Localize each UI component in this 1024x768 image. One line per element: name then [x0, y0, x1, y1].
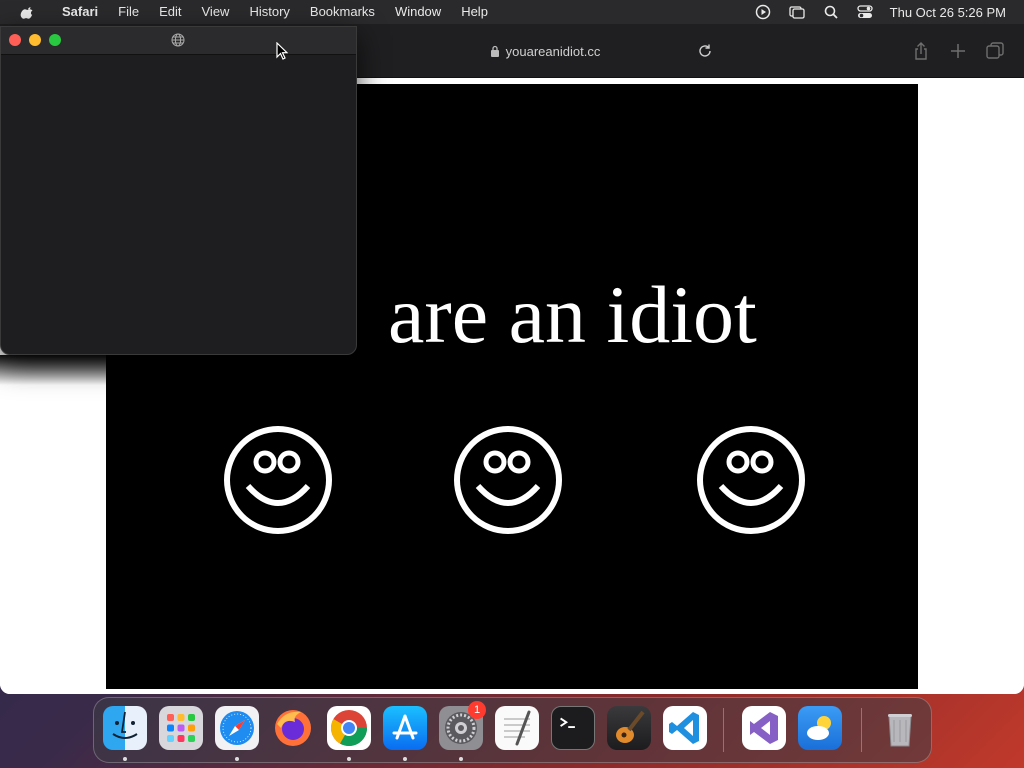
search-icon[interactable]	[822, 4, 840, 20]
url-text: youareanidiot.cc	[505, 43, 601, 59]
popup-shadow	[0, 355, 106, 385]
globe-icon	[171, 33, 185, 47]
running-indicator	[347, 757, 351, 761]
reload-icon[interactable]	[697, 43, 713, 59]
popup-window[interactable]	[0, 26, 357, 355]
page-headline: are an idiot	[388, 274, 757, 356]
menu-clock[interactable]: Thu Oct 26 5:26 PM	[890, 5, 1006, 20]
launchpad-icon[interactable]	[159, 706, 203, 750]
dock-separator	[861, 708, 862, 752]
menu-file[interactable]: File	[108, 0, 149, 24]
running-indicator	[459, 757, 463, 761]
menu-window[interactable]: Window	[385, 0, 451, 24]
maximize-button[interactable]	[49, 34, 61, 46]
app-store-icon[interactable]	[383, 706, 427, 750]
menu-view[interactable]: View	[192, 0, 240, 24]
tab-overview-icon[interactable]	[985, 41, 1005, 61]
safari-icon[interactable]	[215, 706, 259, 750]
control-center-icon[interactable]	[856, 4, 874, 20]
trash-icon[interactable]	[878, 706, 922, 750]
menu-app-name[interactable]: Safari	[52, 0, 108, 24]
popup-titlebar[interactable]	[1, 27, 356, 55]
smiley-icon	[224, 426, 332, 534]
visual-studio-icon[interactable]	[742, 706, 786, 750]
running-indicator	[403, 757, 407, 761]
running-indicator	[235, 757, 239, 761]
menu-edit[interactable]: Edit	[149, 0, 191, 24]
apple-icon[interactable]	[18, 5, 38, 19]
vscode-icon[interactable]	[663, 706, 707, 750]
mouse-cursor-icon	[276, 42, 288, 60]
terminal-icon[interactable]	[551, 706, 595, 750]
address-bar[interactable]: youareanidiot.cc	[370, 37, 720, 65]
dock-separator	[723, 708, 724, 752]
chrome-icon[interactable]	[327, 706, 371, 750]
close-button[interactable]	[9, 34, 21, 46]
menu-history[interactable]: History	[239, 0, 299, 24]
smiley-icon	[454, 426, 562, 534]
screen-mirror-icon[interactable]	[788, 4, 806, 20]
new-tab-icon[interactable]	[948, 41, 968, 61]
running-indicator	[123, 757, 127, 761]
firefox-icon[interactable]	[271, 706, 315, 750]
textedit-icon[interactable]	[495, 706, 539, 750]
minimize-button[interactable]	[29, 34, 41, 46]
notification-badge: 1	[468, 701, 486, 719]
lock-icon	[490, 45, 499, 57]
menu-bar: Safari File Edit View History Bookmarks …	[0, 0, 1024, 24]
menu-bookmarks[interactable]: Bookmarks	[300, 0, 385, 24]
play-icon[interactable]	[754, 4, 772, 20]
finder-icon[interactable]	[103, 706, 147, 750]
weather-icon[interactable]	[798, 706, 842, 750]
dock: 1	[93, 697, 932, 763]
share-icon[interactable]	[911, 41, 931, 61]
garageband-icon[interactable]	[607, 706, 651, 750]
menu-help[interactable]: Help	[451, 0, 498, 24]
smiley-icon	[697, 426, 805, 534]
